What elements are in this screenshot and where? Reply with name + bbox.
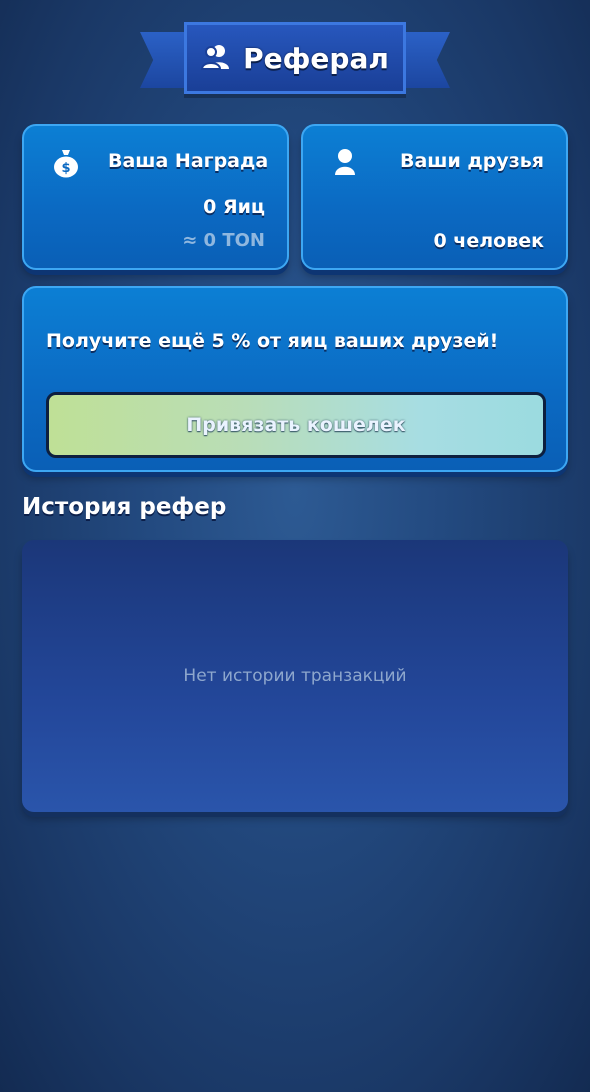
empty-history-text: Нет истории транзакций bbox=[183, 666, 407, 686]
header-ribbon: Реферал bbox=[140, 22, 450, 94]
reward-label: Ваша Награда bbox=[108, 150, 269, 172]
friends-count: 0 человек bbox=[433, 230, 544, 252]
promo-text: Получите ещё 5 % от яиц ваших друзей! bbox=[46, 330, 499, 352]
reward-ton-value: ≈ 0 TON bbox=[182, 230, 265, 251]
friends-label: Ваши друзья bbox=[400, 150, 544, 172]
history-panel: Нет истории транзакций bbox=[22, 540, 568, 812]
header-title-banner: Реферал bbox=[184, 22, 406, 94]
page-title: Реферал bbox=[243, 41, 389, 75]
reward-card: $ Ваша Награда 0 Яиц ≈ 0 TON bbox=[22, 124, 289, 270]
connect-wallet-button[interactable]: Привязать кошелек bbox=[46, 392, 546, 458]
users-icon bbox=[201, 42, 231, 74]
user-icon bbox=[333, 148, 357, 180]
svg-text:$: $ bbox=[61, 161, 70, 176]
promo-card: Получите ещё 5 % от яиц ваших друзей! Пр… bbox=[22, 286, 568, 472]
money-bag-icon: $ bbox=[52, 148, 80, 182]
history-title: История рефер bbox=[22, 494, 227, 520]
reward-value: 0 Яиц bbox=[203, 196, 265, 218]
friends-card: Ваши друзья 0 человек bbox=[301, 124, 568, 270]
